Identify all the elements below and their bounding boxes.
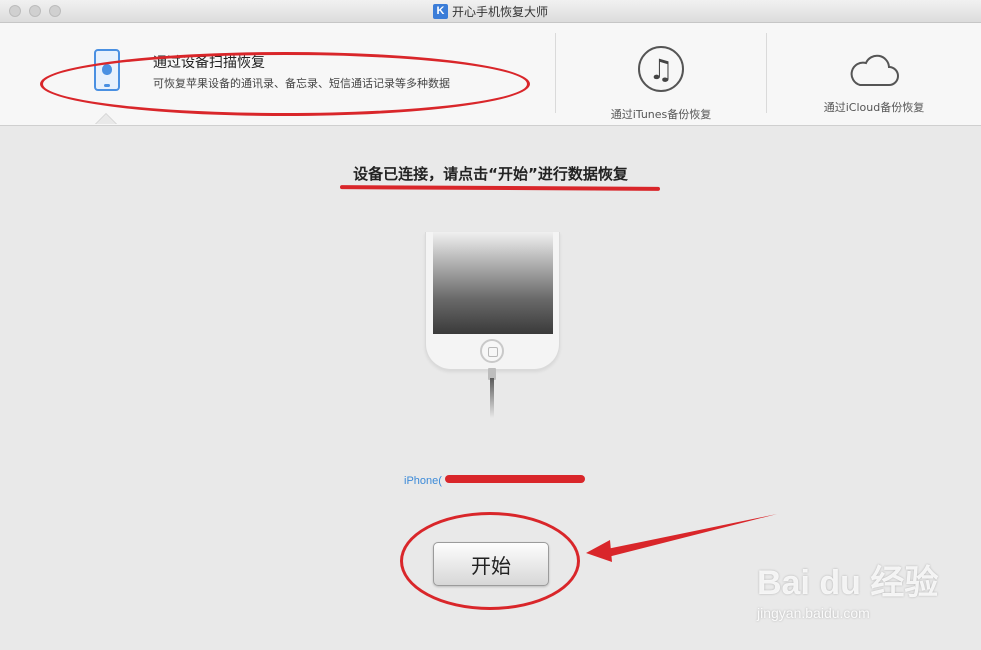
iphone-icon	[94, 49, 120, 91]
annotation-underline	[339, 185, 661, 191]
watermark-url: jingyan.baidu.com	[757, 605, 870, 621]
apple-logo-icon	[102, 64, 112, 75]
window-title-text: 开心手机恢复大师	[451, 5, 548, 19]
title-bar: K 开心手机恢复大师	[0, 0, 981, 23]
tab-device-description: 可恢复苹果设备的通讯录、备忘录、短信通话记录等多种数据	[153, 77, 450, 90]
baidu-logo: Bai du 经验	[757, 564, 939, 602]
phone-screen	[433, 232, 553, 334]
window-title: K 开心手机恢复大师	[0, 3, 981, 20]
start-button[interactable]: 开始	[433, 542, 549, 586]
selected-tab-pointer	[96, 114, 116, 124]
tab-itunes-label: 通过iTunes备份恢复	[610, 108, 712, 121]
app-logo-icon: K	[432, 4, 448, 19]
iphone-illustration	[425, 232, 560, 370]
recovery-mode-tabs: 通过设备扫描恢复 可恢复苹果设备的通讯录、备忘录、短信通话记录等多种数据 ♫ 通…	[0, 23, 981, 126]
cloud-icon	[850, 54, 899, 86]
tab-icloud-backup[interactable]: 通过iCloud备份恢复	[767, 23, 981, 125]
home-button-icon	[480, 339, 504, 363]
tab-device-scan[interactable]: 通过设备扫描恢复 可恢复苹果设备的通讯录、备忘录、短信通话记录等多种数据	[0, 23, 555, 125]
tab-device-title: 通过设备扫描恢复	[153, 55, 265, 71]
annotation-arrow	[586, 514, 777, 562]
cable	[490, 378, 494, 418]
device-model-link[interactable]: iPhone(	[404, 475, 442, 487]
music-note-icon: ♫	[638, 46, 684, 92]
annotation-redaction	[445, 475, 585, 483]
tab-icloud-label: 通过iCloud备份恢复	[823, 101, 925, 114]
tab-itunes-backup[interactable]: ♫ 通过iTunes备份恢复	[556, 23, 766, 125]
connection-status-message: 设备已连接，请点击“开始”进行数据恢复	[353, 165, 628, 183]
baidu-jingyan-watermark: Bai du 经验 jingyan.baidu.com	[752, 555, 977, 635]
